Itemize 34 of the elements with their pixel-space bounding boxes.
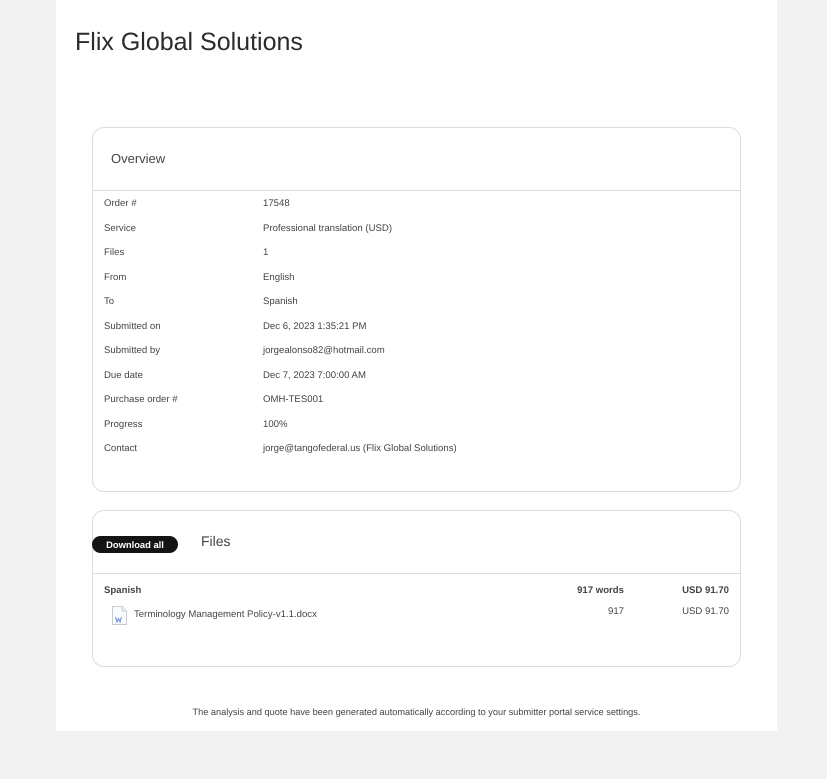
field-value: jorgealonso82@hotmail.com <box>263 344 385 358</box>
page-title: Flix Global Solutions <box>75 28 304 57</box>
field-value: Spanish <box>263 295 298 310</box>
field-label: Progress <box>104 418 144 432</box>
field-value: jorge@tangofederal.us (Flix Global Solutions) <box>263 442 457 456</box>
file-name: Terminology Management Policy-v1.1.docx <box>134 608 317 622</box>
price-total: USD 91.70 <box>682 584 729 596</box>
card-heading: Files <box>201 532 231 551</box>
field-label: To <box>104 295 116 310</box>
field-value: Dec 6, 2023 1:35:21 PM <box>263 320 366 334</box>
field-label: Contact <box>104 442 138 456</box>
card-heading: Overview <box>111 150 166 168</box>
field-value: 100% <box>263 418 288 432</box>
download-all-button[interactable]: Download all <box>92 536 178 553</box>
field-label: Service <box>104 222 137 236</box>
field-label: Files <box>104 246 126 260</box>
word-document-icon <box>112 606 127 625</box>
field-value: Professional translation (USD) <box>263 222 392 236</box>
language-label: Spanish <box>104 584 142 598</box>
field-label: From <box>104 270 128 285</box>
word-count: 917 words <box>577 584 624 596</box>
file-price: USD 91.70 <box>682 606 729 616</box>
field-value: English <box>263 270 294 285</box>
word-count: 917 <box>608 606 624 616</box>
field-value: 1 <box>263 246 268 260</box>
field-label: Purchase order # <box>104 393 179 408</box>
field-label: Submitted by <box>104 344 161 358</box>
field-label: Submitted on <box>104 320 162 334</box>
field-label: Due date <box>104 368 144 383</box>
field-label: Order # <box>104 197 138 212</box>
field-value: OMH-TES001 <box>263 393 324 408</box>
field-value: Dec 7, 2023 7:00:00 AM <box>263 368 366 383</box>
footer-note: The analysis and quote have been generated automatically according to your submitter portal service settings. <box>192 706 642 719</box>
field-value: 17548 <box>263 197 290 212</box>
